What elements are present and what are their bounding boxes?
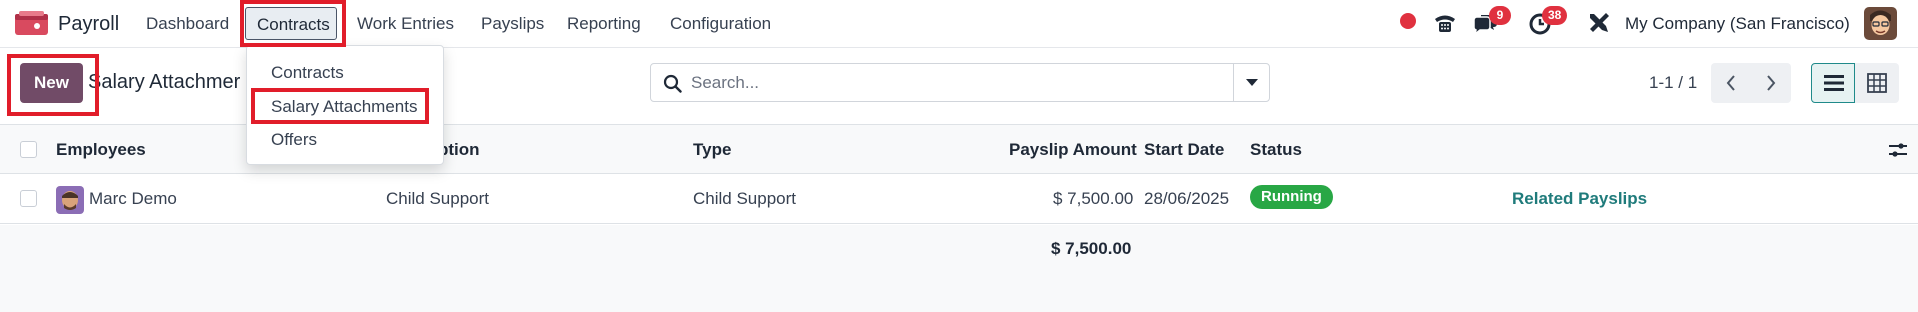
- activities-badge: 38: [1542, 6, 1568, 25]
- payslip-amount-cell: $ 7,500.00: [1053, 189, 1134, 208]
- search-input[interactable]: [691, 65, 1211, 100]
- column-status[interactable]: Status: [1250, 140, 1302, 160]
- search-options-toggle[interactable]: [1233, 64, 1269, 101]
- optional-columns-icon[interactable]: [1888, 141, 1908, 164]
- user-avatar[interactable]: [1864, 7, 1897, 40]
- menu-configuration[interactable]: Configuration: [670, 14, 771, 34]
- employee-avatar: [56, 186, 84, 214]
- column-payslip-amount[interactable]: Payslip Amount: [1009, 140, 1137, 160]
- chevron-left-icon: [1726, 75, 1735, 91]
- pager-next-button[interactable]: [1751, 63, 1791, 103]
- employee-name[interactable]: Marc Demo: [89, 189, 177, 209]
- table-row[interactable]: Marc Demo Child Support Child Support $ …: [0, 174, 1918, 224]
- list-view-button[interactable]: [1811, 63, 1855, 103]
- table-footer: $ 7,500.00: [0, 225, 1918, 312]
- menu-work-entries[interactable]: Work Entries: [357, 14, 454, 34]
- search-bar[interactable]: [650, 63, 1270, 102]
- menu-payslips[interactable]: Payslips: [481, 14, 544, 34]
- chevron-right-icon: [1767, 75, 1776, 91]
- top-navbar: Payroll Dashboard Contracts Work Entries…: [0, 0, 1918, 48]
- phone-icon[interactable]: [1432, 10, 1458, 36]
- column-type[interactable]: Type: [693, 140, 731, 160]
- start-date-cell: 28/06/2025: [1144, 189, 1230, 208]
- status-badge: Running: [1250, 185, 1333, 209]
- app-name[interactable]: Payroll: [58, 12, 119, 36]
- row-checkbox[interactable]: [20, 190, 37, 207]
- select-all-checkbox[interactable]: [20, 141, 37, 158]
- breadcrumb-title: Salary Attachmer: [88, 71, 241, 93]
- record-status-dot[interactable]: [1400, 13, 1416, 29]
- payroll-app-icon[interactable]: [15, 11, 48, 37]
- company-switcher[interactable]: My Company (San Francisco): [1625, 14, 1850, 34]
- dropdown-item-salary-attachments[interactable]: Salary Attachments: [271, 97, 417, 117]
- menu-contracts-label: Contracts: [257, 15, 330, 34]
- pivot-table-icon: [1867, 73, 1887, 93]
- menu-contracts[interactable]: Contracts: [245, 7, 337, 40]
- related-payslips-button[interactable]: Related Payslips: [1512, 189, 1647, 209]
- new-button[interactable]: New: [20, 63, 83, 103]
- type-cell: Child Support: [693, 189, 797, 208]
- caret-down-icon: [1246, 79, 1258, 86]
- tools-icon[interactable]: [1586, 10, 1612, 36]
- contracts-dropdown-menu: Contracts Salary Attachments Offers: [246, 45, 444, 165]
- menu-reporting[interactable]: Reporting: [567, 14, 641, 34]
- column-description[interactable]: ption: [438, 140, 480, 160]
- messages-badge: 9: [1489, 6, 1511, 25]
- menu-dashboard[interactable]: Dashboard: [146, 14, 229, 34]
- search-icon: [663, 74, 682, 93]
- column-employees[interactable]: Employees: [56, 140, 146, 160]
- column-start-date[interactable]: Start Date: [1144, 140, 1224, 160]
- pager-previous-button[interactable]: [1711, 63, 1751, 103]
- pager-value[interactable]: 1-1 / 1: [1649, 73, 1697, 93]
- dropdown-item-offers[interactable]: Offers: [271, 130, 317, 150]
- total-payslip-amount: $ 7,500.00: [1051, 239, 1132, 258]
- pivot-view-button[interactable]: [1855, 63, 1899, 103]
- list-view-icon: [1824, 75, 1844, 91]
- dropdown-item-contracts[interactable]: Contracts: [271, 63, 344, 83]
- description-cell: Child Support: [386, 189, 490, 208]
